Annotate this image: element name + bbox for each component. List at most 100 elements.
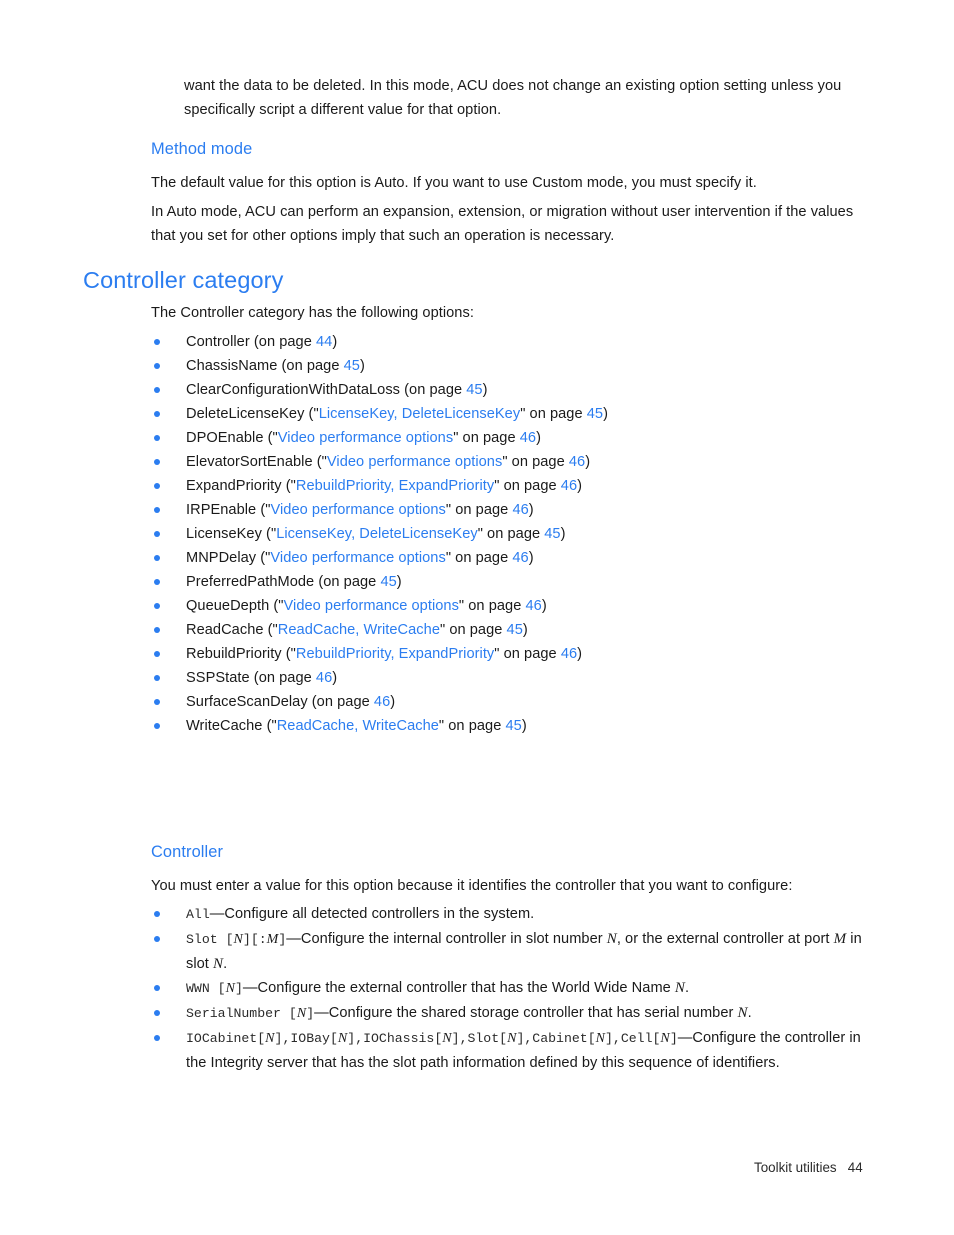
option-name: DPOEnable	[186, 430, 264, 446]
cross-reference-link[interactable]: Video performance options	[270, 550, 445, 566]
bullet-dot-icon	[154, 459, 160, 465]
reference-mid: " on page	[520, 406, 587, 422]
reference-close: )	[541, 598, 547, 614]
page-reference-link[interactable]: 45	[466, 382, 482, 398]
cross-reference-link[interactable]: LicenseKey, DeleteLicenseKey	[319, 406, 521, 422]
option-name: QueueDepth	[186, 598, 270, 614]
reference-open: ("	[256, 502, 271, 518]
reference-close: )	[528, 550, 534, 566]
reference-mid: " on page	[445, 502, 513, 518]
reference-open: ("	[281, 646, 296, 662]
bullet-dot-icon	[154, 579, 160, 585]
reference-open: (on page	[249, 670, 316, 686]
page-footer: Toolkit utilities 44	[754, 1160, 863, 1175]
list-item: RebuildPriority ("RebuildPriority, Expan…	[151, 642, 873, 666]
list-item: ReadCache ("ReadCache, WriteCache" on pa…	[151, 618, 873, 642]
list-item: SSPState (on page 46)	[151, 666, 873, 690]
document-page: want the data to be deleted. In this mod…	[0, 0, 954, 1235]
page-reference-link[interactable]: 44	[316, 334, 332, 350]
page-reference-link[interactable]: 45	[380, 574, 396, 590]
reference-open: (on page	[400, 382, 467, 398]
bullet-dot-icon	[154, 411, 160, 417]
bullet-dot-icon	[154, 339, 160, 345]
list-item: DPOEnable ("Video performance options" o…	[151, 426, 873, 450]
item-description: —Configure all detected controllers in t…	[209, 906, 535, 922]
bullet-dot-icon	[154, 507, 160, 513]
reference-open: ("	[263, 430, 278, 446]
page-reference-link[interactable]: 46	[561, 478, 577, 494]
bullet-dot-icon	[154, 387, 160, 393]
code-literal: All	[186, 907, 210, 922]
cross-reference-link[interactable]: ReadCache, WriteCache	[278, 622, 440, 638]
reference-open: (on page	[249, 334, 316, 350]
list-item: LicenseKey ("LicenseKey, DeleteLicenseKe…	[151, 522, 873, 546]
code-literal: Slot [N][:M]	[186, 932, 287, 947]
page-reference-link[interactable]: 46	[374, 694, 390, 710]
cross-reference-link[interactable]: RebuildPriority, ExpandPriority	[296, 478, 494, 494]
reference-close: )	[577, 646, 583, 662]
reference-close: )	[603, 406, 609, 422]
option-name: SSPState	[186, 670, 250, 686]
method-mode-paragraph-1: The default value for this option is Aut…	[151, 175, 757, 191]
item-description: —Configure the external controller that …	[242, 980, 690, 996]
reference-close: )	[396, 574, 402, 590]
method-mode-paragraph-2: In Auto mode, ACU can perform an expansi…	[151, 204, 854, 244]
page-reference-link[interactable]: 46	[512, 550, 528, 566]
bullet-dot-icon	[154, 911, 160, 917]
page-reference-link[interactable]: 46	[520, 430, 536, 446]
option-name: MNPDelay	[186, 550, 257, 566]
option-name: Controller	[186, 334, 250, 350]
bullet-dot-icon	[154, 723, 160, 729]
heading-controller: Controller	[151, 843, 224, 861]
page-reference-link[interactable]: 45	[587, 406, 603, 422]
bullet-dot-icon	[154, 1035, 160, 1041]
cross-reference-link[interactable]: RebuildPriority, ExpandPriority	[296, 646, 494, 662]
code-literal: IOCabinet[N],IOBay[N],IOChassis[N],Slot[…	[186, 1031, 678, 1046]
controller-intro: You must enter a value for this option b…	[151, 878, 793, 894]
reference-mid: " on page	[439, 622, 507, 638]
page-reference-link[interactable]: 45	[344, 358, 360, 374]
page-reference-link[interactable]: 46	[561, 646, 577, 662]
list-item: Slot [N][:M]—Configure the internal cont…	[151, 927, 873, 976]
reference-open: ("	[281, 478, 296, 494]
page-reference-link[interactable]: 45	[544, 526, 560, 542]
list-item: WriteCache ("ReadCache, WriteCache" on p…	[151, 714, 873, 738]
cross-reference-link[interactable]: Video performance options	[284, 598, 459, 614]
list-item: SerialNumber [N]—Configure the shared st…	[151, 1001, 873, 1026]
page-reference-link[interactable]: 46	[569, 454, 585, 470]
page-reference-link[interactable]: 46	[525, 598, 541, 614]
heading-controller-category: Controller category	[83, 267, 284, 293]
reference-close: )	[359, 358, 365, 374]
cross-reference-link[interactable]: Video performance options	[270, 502, 445, 518]
list-item: DeleteLicenseKey ("LicenseKey, DeleteLic…	[151, 402, 873, 426]
controller-category-option-list: Controller (on page 44) ChassisName (on p…	[151, 330, 873, 738]
code-literal: SerialNumber [N]	[186, 1006, 315, 1021]
list-item: ElevatorSortEnable ("Video performance o…	[151, 450, 873, 474]
option-name: PreferredPathMode	[186, 574, 315, 590]
reference-open: ("	[263, 622, 278, 638]
bullet-dot-icon	[154, 675, 160, 681]
cross-reference-link[interactable]: Video performance options	[327, 454, 502, 470]
list-item: IRPEnable ("Video performance options" o…	[151, 498, 873, 522]
list-item: ChassisName (on page 45)	[151, 354, 873, 378]
cross-reference-link[interactable]: LicenseKey, DeleteLicenseKey	[276, 526, 478, 542]
code-literal: WWN [N]	[186, 981, 243, 996]
reference-close: )	[521, 718, 527, 734]
reference-close: )	[332, 670, 338, 686]
bullet-dot-icon	[154, 531, 160, 537]
page-reference-link[interactable]: 45	[507, 622, 523, 638]
page-reference-link[interactable]: 46	[512, 502, 528, 518]
bullet-dot-icon	[154, 483, 160, 489]
reference-close: )	[528, 502, 534, 518]
bullet-dot-icon	[154, 555, 160, 561]
page-reference-link[interactable]: 45	[505, 718, 521, 734]
cross-reference-link[interactable]: Video performance options	[278, 430, 453, 446]
page-reference-link[interactable]: 46	[316, 670, 332, 686]
option-name: LicenseKey	[186, 526, 262, 542]
item-description: —Configure the internal controller in sl…	[186, 931, 862, 972]
bullet-dot-icon	[154, 363, 160, 369]
cross-reference-link[interactable]: ReadCache, WriteCache	[277, 718, 439, 734]
list-item: QueueDepth ("Video performance options" …	[151, 594, 873, 618]
list-item: All—Configure all detected controllers i…	[151, 902, 873, 927]
option-name: ElevatorSortEnable	[186, 454, 313, 470]
